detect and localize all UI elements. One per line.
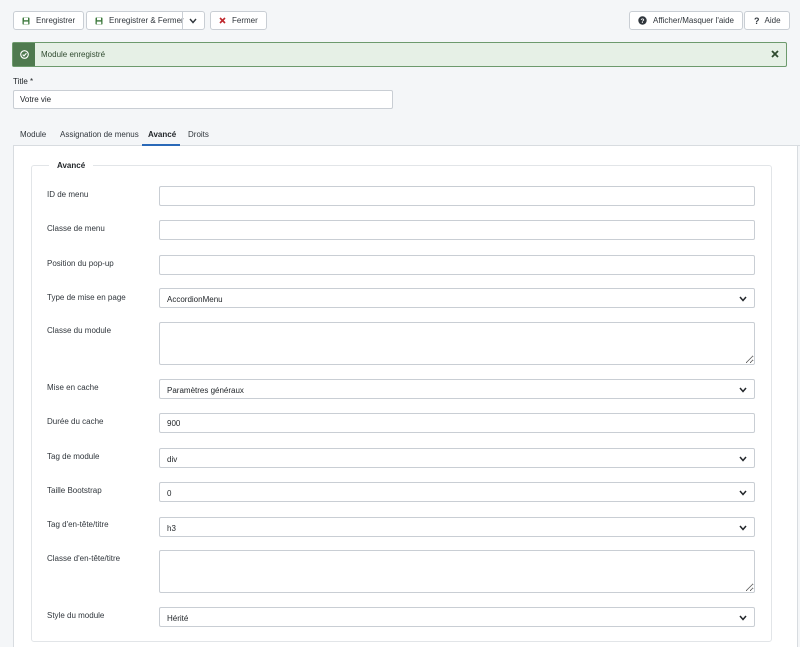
toolbar: Enregistrer Enregistrer & Fermer Fermer … (0, 0, 800, 38)
chevron-down-icon (736, 383, 750, 396)
bootstrap-size-label: Taille Bootstrap (47, 486, 102, 495)
chevron-down-icon (736, 521, 750, 534)
fieldset-legend: Avancé (49, 161, 94, 170)
bootstrap-size-select[interactable]: 0 (159, 482, 755, 502)
question-icon: ? (754, 15, 760, 26)
help-toggle-label: Afficher/Masquer l'aide (653, 16, 734, 25)
header-class-label: Classe d'en-tête/titre (47, 554, 121, 563)
module-style-value: Hérité (167, 614, 189, 623)
chevron-down-icon (736, 452, 750, 465)
close-label: Fermer (232, 16, 258, 25)
module-style-label: Style du module (47, 611, 105, 620)
module-tag-select[interactable]: div (159, 448, 755, 468)
popup-position-label: Position du pop-up (47, 259, 114, 268)
tab-advanced[interactable]: Avancé (142, 124, 180, 146)
header-tag-label: Tag d'en-tête/titre (47, 520, 109, 529)
cache-time-input[interactable] (159, 413, 755, 433)
caching-value: Paramètres généraux (167, 386, 244, 395)
save-close-button[interactable]: Enregistrer & Fermer (86, 11, 205, 30)
save-close-label: Enregistrer & Fermer (109, 16, 184, 25)
chevron-down-icon (736, 611, 750, 624)
chevron-down-icon[interactable] (186, 16, 200, 26)
save-button[interactable]: Enregistrer (13, 11, 85, 30)
menu-id-label: ID de menu (47, 190, 89, 199)
close-icon (219, 17, 226, 24)
popup-position-input[interactable] (159, 255, 755, 275)
success-alert: Module enregistré (12, 42, 787, 67)
chevron-down-icon (736, 486, 750, 499)
help-toggle-button[interactable]: ? Afficher/Masquer l'aide (629, 11, 743, 30)
menu-id-input[interactable] (159, 186, 755, 206)
save-label: Enregistrer (36, 16, 76, 25)
check-circle-icon (13, 43, 35, 66)
tab-module[interactable]: Module (20, 124, 46, 146)
close-icon[interactable] (769, 48, 781, 60)
save-icon (95, 17, 103, 25)
header-tag-value: h3 (167, 524, 176, 533)
caching-select[interactable]: Paramètres généraux (159, 379, 755, 399)
layout-type-value: AccordionMenu (167, 295, 223, 304)
module-class-textarea[interactable] (159, 322, 755, 365)
layout-type-select[interactable]: AccordionMenu (159, 288, 755, 308)
tab-menu-assignment[interactable]: Assignation de menus (60, 124, 139, 146)
split-divider (182, 12, 183, 29)
menu-class-label: Classe de menu (47, 224, 105, 233)
header-tag-select[interactable]: h3 (159, 517, 755, 537)
layout-type-label: Type de mise en page (47, 293, 126, 302)
cache-time-label: Durée du cache (47, 417, 104, 426)
tab-panel-advanced: Avancé ID de menu Classe de menu Positio… (13, 146, 798, 647)
menu-class-input[interactable] (159, 220, 755, 240)
module-style-select[interactable]: Hérité (159, 607, 755, 627)
svg-text:?: ? (641, 18, 645, 25)
module-class-label: Classe du module (47, 326, 112, 335)
close-button[interactable]: Fermer (210, 11, 267, 30)
help-label: Aide (764, 16, 781, 25)
caching-label: Mise en cache (47, 383, 99, 392)
bootstrap-size-value: 0 (167, 489, 172, 498)
alert-message: Module enregistré (41, 50, 106, 59)
save-icon (22, 17, 30, 25)
module-tag-value: div (167, 455, 178, 464)
chevron-down-icon (736, 292, 750, 305)
header-class-textarea[interactable] (159, 550, 755, 593)
help-button[interactable]: ? Aide (744, 11, 790, 30)
tab-bar: Module Assignation de menus Avancé Droit… (13, 124, 800, 146)
question-circle-icon: ? (638, 16, 647, 25)
title-label: Title * (13, 77, 34, 86)
module-tag-label: Tag de module (47, 452, 100, 461)
title-input[interactable] (13, 90, 393, 109)
tab-permissions[interactable]: Droits (188, 124, 209, 146)
